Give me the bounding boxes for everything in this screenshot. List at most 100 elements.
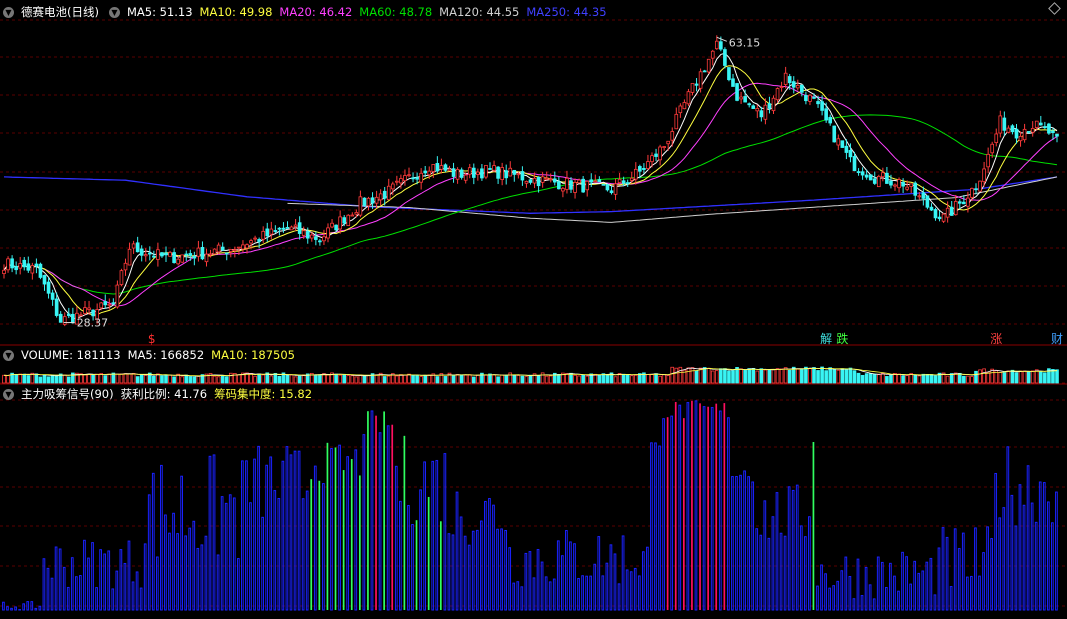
indicator-bar [549, 582, 551, 610]
candle-body [88, 308, 91, 310]
indicator-bar [1039, 482, 1041, 610]
volume-bar [416, 376, 419, 383]
candle-body [416, 178, 419, 180]
stock-title: 德赛电池(日线) [21, 4, 99, 20]
volume-bar [521, 376, 524, 383]
candle-body [108, 304, 111, 305]
candle-body [570, 181, 573, 190]
candle-body [1047, 124, 1050, 133]
candle-body [323, 237, 326, 241]
volume-bar [298, 376, 301, 383]
candle-body [497, 167, 500, 178]
indicator-bar [926, 562, 928, 610]
volume-bar [804, 367, 807, 383]
candle-body [493, 166, 496, 171]
candle-body [715, 41, 718, 49]
candle-body [525, 181, 528, 183]
indicator-bar [67, 587, 69, 610]
volume-bar [375, 375, 378, 383]
candle-body [1035, 121, 1038, 127]
volume-bar [687, 368, 690, 383]
candle-body [359, 197, 362, 215]
indicator-bar [302, 499, 304, 610]
volume-bar [258, 374, 261, 383]
candle-body [950, 207, 953, 215]
candle-body [331, 223, 334, 227]
indicator-bar [408, 506, 410, 610]
volume-bar [424, 375, 427, 383]
volume-bar [1015, 373, 1018, 383]
candle-body [92, 310, 95, 316]
candle-body [43, 275, 46, 284]
volume-bar [764, 370, 767, 383]
chevron-down-icon[interactable]: ▼ [109, 7, 120, 18]
candle-body [966, 198, 969, 206]
indicator-bar [323, 484, 325, 610]
volume-bar [237, 375, 240, 383]
indicator-bar [962, 533, 964, 610]
candle-body [979, 181, 982, 191]
candle-body [659, 147, 662, 160]
candle-body [185, 254, 188, 255]
indicator-bar [189, 528, 191, 610]
candle-body [999, 116, 1002, 133]
candle-body [995, 134, 998, 143]
candle-body [424, 171, 427, 173]
indicator-bar [638, 576, 640, 610]
volume-bar [165, 375, 168, 383]
volume-bar [566, 374, 569, 383]
volume-bar [436, 377, 439, 383]
indicator-bar [452, 535, 454, 610]
volume-bar [274, 373, 277, 383]
indicator-bar [391, 425, 393, 610]
indicator-bar [663, 419, 665, 610]
indicator-bar [861, 596, 863, 610]
indicator-bar [598, 537, 600, 610]
volume-bar [468, 375, 471, 383]
candle-body [902, 182, 905, 186]
volume-bar [837, 370, 840, 383]
candle-body [1052, 131, 1055, 133]
volume-bar [772, 370, 775, 383]
indicator-bar [331, 449, 333, 610]
volume-bar [962, 376, 965, 383]
volume-bar [420, 377, 423, 383]
candle-body [452, 169, 455, 177]
candle-body [71, 314, 74, 322]
stock-chart[interactable]: 63.1528.37$解跌涨财 ▼ 德赛电池(日线) ▼ MA5: 51.13 … [0, 0, 1067, 615]
indicator-bar [780, 533, 782, 610]
volume-bar [67, 377, 70, 383]
volume-bar [460, 375, 463, 383]
indicator-bar [606, 563, 608, 610]
indicator-bar [278, 498, 280, 610]
chevron-down-icon[interactable]: ▼ [3, 350, 14, 361]
volume-bar [821, 367, 824, 383]
indicator-bar [910, 584, 912, 610]
indicator-bar [906, 557, 908, 610]
candle-body [1039, 123, 1042, 125]
candle-body [148, 253, 151, 254]
indicator-bar [165, 515, 167, 610]
indicator-bar [7, 607, 9, 610]
indicator-bar [610, 545, 612, 610]
volume-bar [428, 375, 431, 383]
volume-bar [626, 374, 629, 383]
volume-bar [444, 376, 447, 383]
chevron-down-icon[interactable]: ▼ [3, 7, 14, 18]
candle-body [837, 139, 840, 145]
volume-bar [740, 369, 743, 383]
chevron-down-icon[interactable]: ▼ [3, 389, 14, 400]
indicator-bar [448, 534, 450, 610]
indicator-bar [96, 588, 98, 610]
low-price-label: 28.37 [77, 317, 109, 330]
indicator-bar [501, 529, 503, 610]
indicator-bar [788, 487, 790, 610]
candle-body [339, 217, 342, 229]
volume-bar [906, 376, 909, 383]
volume-bar [926, 374, 929, 383]
candle-body [55, 299, 58, 316]
indicator-bar [128, 541, 130, 610]
event-marker: 涨 [990, 331, 1002, 346]
indicator-bar [821, 565, 823, 610]
indicator-bar [355, 450, 357, 610]
